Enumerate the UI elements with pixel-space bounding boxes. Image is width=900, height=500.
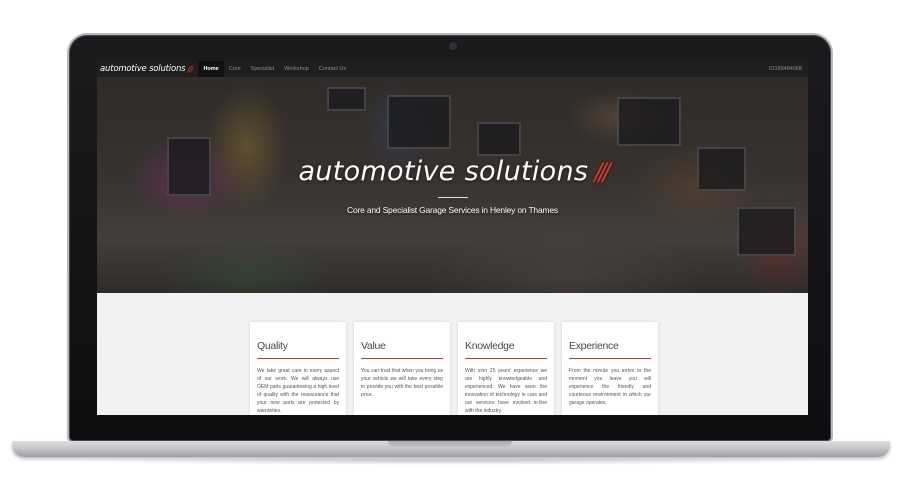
card-text: We take great care in every aspect of ou… bbox=[257, 368, 339, 414]
laptop-shadow bbox=[60, 457, 840, 465]
brand-name: automotive solutions bbox=[100, 64, 186, 74]
nav-item-workshop[interactable]: Workshop bbox=[279, 61, 314, 77]
feature-cards: Quality We take great care in every aspe… bbox=[250, 322, 658, 415]
brand-mark: /// bbox=[187, 64, 193, 74]
card-quality: Quality We take great care in every aspe… bbox=[250, 322, 346, 415]
card-text: From the minute you arrive to the moment… bbox=[569, 368, 651, 406]
card-title: Experience bbox=[569, 340, 619, 352]
hero-title: automotive solutions /// bbox=[298, 156, 610, 187]
brand-logo[interactable]: automotive solutions /// bbox=[100, 64, 193, 74]
card-title: Quality bbox=[257, 340, 288, 352]
card-experience: Experience From the minute you arrive to… bbox=[562, 322, 658, 415]
nav-item-contact-us[interactable]: Contact Us bbox=[314, 61, 351, 77]
card-value: Value You can trust that when you bring … bbox=[354, 322, 450, 415]
hero-title-text: automotive solutions bbox=[298, 156, 589, 187]
card-title: Value bbox=[361, 340, 386, 352]
hero-title-mark: /// bbox=[594, 157, 610, 186]
card-divider bbox=[465, 358, 547, 359]
card-divider bbox=[361, 358, 443, 359]
hero-subtitle: Core and Specialist Garage Services in H… bbox=[347, 205, 558, 215]
phone-number[interactable]: 01189484068 bbox=[769, 66, 802, 72]
card-divider bbox=[569, 358, 651, 359]
nav-item-specialist[interactable]: Specialist bbox=[246, 61, 280, 77]
card-text: With over 25 years' experience we are hi… bbox=[465, 368, 547, 414]
hero-content: automotive solutions /// Core and Specia… bbox=[97, 77, 808, 293]
hero-divider bbox=[437, 197, 468, 198]
card-knowledge: Knowledge With over 25 years' experience… bbox=[458, 322, 554, 415]
webcam-icon bbox=[449, 42, 457, 50]
hero-banner: automotive solutions /// Core and Specia… bbox=[97, 77, 808, 293]
nav-item-home[interactable]: Home bbox=[198, 61, 224, 77]
card-title: Knowledge bbox=[465, 340, 515, 352]
card-text: You can trust that when you bring us you… bbox=[361, 368, 443, 398]
nav-item-core[interactable]: Core bbox=[224, 61, 246, 77]
website-screen: automotive solutions /// Home Core Speci… bbox=[97, 61, 808, 415]
card-divider bbox=[257, 358, 339, 359]
nav-menu: Home Core Specialist Workshop Contact Us bbox=[198, 61, 351, 77]
navbar: automotive solutions /// Home Core Speci… bbox=[97, 61, 808, 77]
laptop-notch bbox=[388, 441, 512, 448]
